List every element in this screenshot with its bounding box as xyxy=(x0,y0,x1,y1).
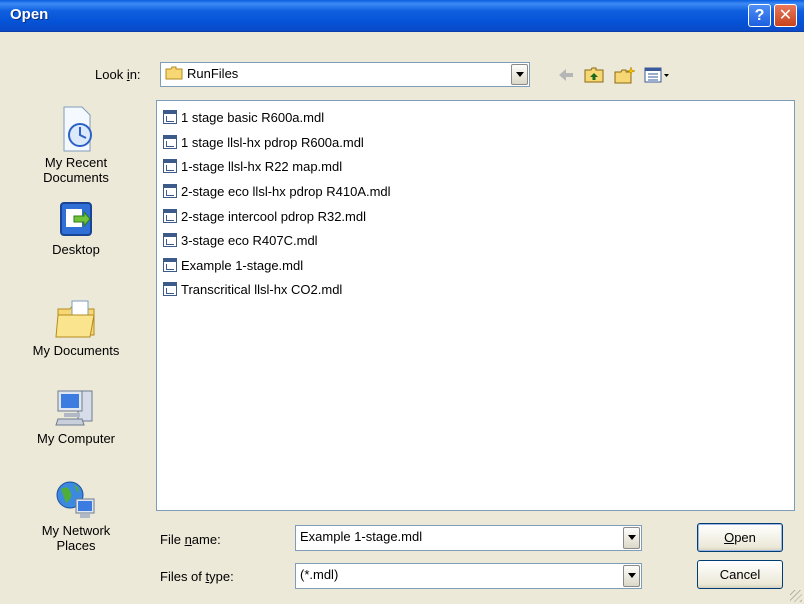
list-item[interactable]: 2-stage eco llsl-hx pdrop R410A.mdl xyxy=(163,181,391,203)
list-item[interactable]: 1 stage basic R600a.mdl xyxy=(163,107,324,129)
file-type-dropdown-button[interactable] xyxy=(623,565,640,587)
my-computer-icon xyxy=(55,390,93,426)
places-bar: My Recent Documents Desktop My Documents … xyxy=(6,95,146,585)
list-item[interactable]: 1-stage llsl-hx R22 map.mdl xyxy=(163,156,342,178)
close-button[interactable]: ✕ xyxy=(774,4,797,27)
new-folder-icon[interactable] xyxy=(614,66,636,84)
place-label: My Recent Documents xyxy=(43,155,109,185)
back-arrow-icon[interactable] xyxy=(556,66,576,84)
mdl-file-icon xyxy=(163,233,177,247)
cancel-button[interactable]: Cancel xyxy=(697,560,783,589)
place-label: My Computer xyxy=(36,431,116,446)
look-in-value: RunFiles xyxy=(187,66,239,81)
mdl-file-icon xyxy=(163,110,177,124)
mdl-file-icon xyxy=(163,135,177,149)
list-item[interactable]: Example 1-stage.mdl xyxy=(163,255,303,277)
network-places-icon xyxy=(56,481,95,518)
place-label: My Documents xyxy=(32,343,120,358)
place-my-recent-documents[interactable]: My Recent Documents xyxy=(6,105,146,185)
list-item[interactable]: 2-stage intercool pdrop R32.mdl xyxy=(163,206,366,228)
mdl-file-icon xyxy=(163,159,177,173)
mdl-file-icon xyxy=(163,282,177,296)
file-name-value[interactable]: Example 1-stage.mdl xyxy=(300,529,422,544)
window-title: Open xyxy=(10,6,49,23)
desktop-icon xyxy=(60,202,92,236)
mdl-file-icon xyxy=(163,184,177,198)
list-item[interactable]: Transcritical llsl-hx CO2.mdl xyxy=(163,279,342,301)
recent-documents-icon xyxy=(63,106,92,152)
look-in-label: Look in: xyxy=(95,67,141,82)
file-name-field[interactable]: Example 1-stage.mdl xyxy=(295,525,642,551)
file-name-dropdown-button[interactable] xyxy=(623,527,640,549)
mdl-file-icon xyxy=(163,209,177,223)
place-my-network-places[interactable]: My Network Places xyxy=(6,477,146,553)
file-list[interactable]: 1 stage basic R600a.mdl 1 stage llsl-hx … xyxy=(156,100,795,511)
file-type-value: (*.mdl) xyxy=(300,567,339,582)
file-name-label: File name: xyxy=(160,532,221,547)
look-in-combo[interactable]: RunFiles xyxy=(160,62,530,87)
place-label: Desktop xyxy=(52,242,100,257)
look-in-dropdown-button[interactable] xyxy=(511,64,528,85)
my-documents-icon xyxy=(55,300,95,338)
file-type-select[interactable]: (*.mdl) xyxy=(295,563,642,589)
folder-icon xyxy=(165,66,183,80)
place-my-documents[interactable]: My Documents xyxy=(6,297,146,358)
file-type-label: Files of type: xyxy=(160,569,234,584)
resize-grip[interactable] xyxy=(790,590,802,602)
title-bar: Open ? ✕ xyxy=(0,0,804,32)
list-item[interactable]: 1 stage llsl-hx pdrop R600a.mdl xyxy=(163,132,364,154)
place-my-computer[interactable]: My Computer xyxy=(6,385,146,446)
list-item[interactable]: 3-stage eco R407C.mdl xyxy=(163,230,318,252)
place-desktop[interactable]: Desktop xyxy=(6,200,146,257)
mdl-file-icon xyxy=(163,258,177,272)
open-button[interactable]: Open xyxy=(697,523,783,552)
view-menu-icon[interactable] xyxy=(644,66,672,84)
help-button[interactable]: ? xyxy=(748,4,771,27)
up-one-level-icon[interactable] xyxy=(584,66,604,84)
place-label: My Network Places xyxy=(41,523,111,553)
